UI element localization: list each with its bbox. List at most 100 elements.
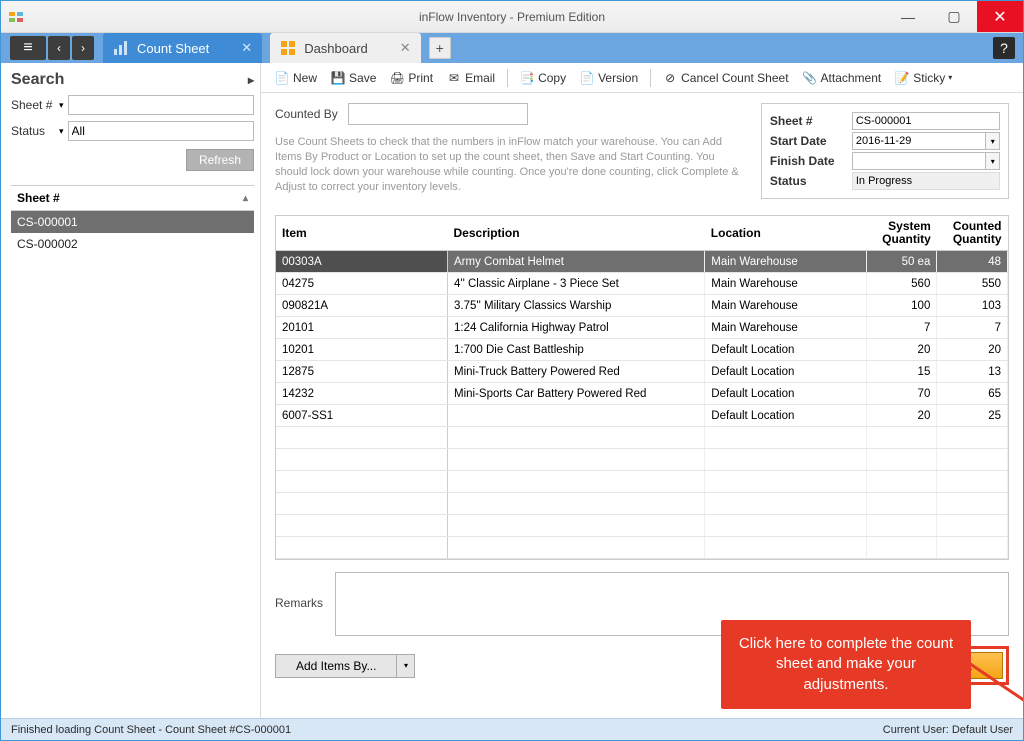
cell-location[interactable]: Default Location — [705, 383, 866, 405]
cell-location[interactable]: Default Location — [705, 405, 866, 427]
cell-description[interactable]: Mini-Truck Battery Powered Red — [448, 361, 705, 383]
cell-system-qty[interactable]: 15 — [866, 361, 937, 383]
hamburger-menu[interactable]: ≡ — [10, 36, 46, 60]
add-items-button[interactable]: Add Items By... — [275, 654, 397, 678]
cell-system-qty[interactable]: 560 — [866, 273, 937, 295]
version-button[interactable]: 📄Version — [574, 68, 644, 88]
meta-finish-date[interactable] — [852, 152, 986, 170]
cell-counted-qty[interactable]: 13 — [937, 361, 1008, 383]
cancel-button[interactable]: ⊘Cancel Count Sheet — [657, 68, 794, 88]
table-row-empty[interactable] — [276, 493, 1008, 515]
cell-description[interactable]: Mini-Sports Car Battery Powered Red — [448, 383, 705, 405]
table-row-empty[interactable] — [276, 537, 1008, 559]
table-row[interactable]: 6007-SS1 Default Location2025 — [276, 405, 1008, 427]
cell-system-qty[interactable]: 100 — [866, 295, 937, 317]
cell-system-qty[interactable]: 70 — [866, 383, 937, 405]
cell-counted-qty[interactable]: 65 — [937, 383, 1008, 405]
cell-location[interactable]: Default Location — [705, 361, 866, 383]
cell-location[interactable]: Main Warehouse — [705, 251, 866, 273]
cell-item[interactable]: 090821A — [276, 295, 448, 317]
cell-counted-qty[interactable]: 7 — [937, 317, 1008, 339]
sticky-button[interactable]: 📝Sticky▾ — [889, 68, 958, 88]
table-row[interactable]: 042754'' Classic Airplane - 3 Piece SetM… — [276, 273, 1008, 295]
table-row-empty[interactable] — [276, 471, 1008, 493]
cell-item[interactable]: 12875 — [276, 361, 448, 383]
col-counted-qty[interactable]: CountedQuantity — [937, 216, 1008, 251]
cell-location[interactable]: Main Warehouse — [705, 273, 866, 295]
table-row[interactable]: 12875Mini-Truck Battery Powered RedDefau… — [276, 361, 1008, 383]
minimize-button[interactable]: — — [885, 1, 931, 32]
table-row[interactable]: 102011:700 Die Cast BattleshipDefault Lo… — [276, 339, 1008, 361]
status-select[interactable] — [68, 121, 254, 141]
col-location[interactable]: Location — [705, 216, 866, 251]
cell-counted-qty[interactable]: 550 — [937, 273, 1008, 295]
col-system-qty[interactable]: SystemQuantity — [866, 216, 937, 251]
cell-location[interactable]: Main Warehouse — [705, 317, 866, 339]
tab-close-icon[interactable]: ✕ — [241, 40, 252, 56]
dropdown-icon[interactable]: ▾ — [59, 100, 64, 111]
copy-button[interactable]: 📑Copy — [514, 68, 572, 88]
table-row-empty[interactable] — [276, 515, 1008, 537]
table-row[interactable]: 14232Mini-Sports Car Battery Powered Red… — [276, 383, 1008, 405]
cell-location[interactable]: Main Warehouse — [705, 295, 866, 317]
cell-item[interactable]: 6007-SS1 — [276, 405, 448, 427]
date-dropdown-icon[interactable]: ▾ — [985, 152, 1000, 170]
cell-item[interactable]: 04275 — [276, 273, 448, 295]
cell-description[interactable]: 4'' Classic Airplane - 3 Piece Set — [448, 273, 705, 295]
maximize-button[interactable]: ▢ — [931, 1, 977, 32]
cell-counted-qty[interactable]: 103 — [937, 295, 1008, 317]
cell-counted-qty[interactable]: 20 — [937, 339, 1008, 361]
table-row[interactable]: 201011:24 California Highway PatrolMain … — [276, 317, 1008, 339]
print-button[interactable]: 🖨Print — [384, 68, 439, 88]
cell-counted-qty[interactable]: 48 — [937, 251, 1008, 273]
cell-system-qty[interactable]: 7 — [866, 317, 937, 339]
cell-item[interactable]: 00303A — [276, 251, 448, 273]
cell-item[interactable]: 14232 — [276, 383, 448, 405]
sheet-row[interactable]: CS-000001 — [11, 211, 254, 233]
sheet-list: CS-000001 CS-000002 — [11, 211, 254, 710]
add-items-dropdown[interactable]: ▾ — [397, 654, 415, 678]
save-button[interactable]: 💾Save — [325, 68, 382, 88]
table-row[interactable]: 090821A3.75'' Military Classics WarshipM… — [276, 295, 1008, 317]
sheet-row[interactable]: CS-000002 — [11, 233, 254, 255]
close-button[interactable]: ✕ — [977, 1, 1023, 32]
cell-system-qty[interactable]: 20 — [866, 339, 937, 361]
cell-system-qty[interactable]: 20 — [866, 405, 937, 427]
refresh-button[interactable]: Refresh — [186, 149, 254, 171]
cell-item[interactable]: 20101 — [276, 317, 448, 339]
cell-system-qty[interactable]: 50 ea — [866, 251, 937, 273]
cell-description[interactable] — [448, 405, 705, 427]
new-button[interactable]: 📄New — [269, 68, 323, 88]
cell-description[interactable]: Army Combat Helmet — [448, 251, 705, 273]
collapse-icon[interactable]: ▸ — [248, 73, 254, 87]
nav-forward[interactable]: › — [72, 36, 94, 60]
tab-close-icon[interactable]: ✕ — [400, 40, 411, 56]
sheet-number-input[interactable] — [68, 95, 254, 115]
attachment-button[interactable]: 📎Attachment — [797, 68, 888, 88]
tab-dashboard[interactable]: Dashboard ✕ — [270, 33, 421, 63]
email-button[interactable]: ✉Email — [441, 68, 501, 88]
sheet-list-header[interactable]: Sheet # ▴ — [11, 185, 254, 211]
counted-by-input[interactable] — [348, 103, 528, 125]
cell-counted-qty[interactable]: 25 — [937, 405, 1008, 427]
meta-sheet-input[interactable] — [852, 112, 1000, 130]
help-button[interactable]: ? — [993, 37, 1015, 59]
date-dropdown-icon[interactable]: ▾ — [985, 132, 1000, 150]
cell-location[interactable]: Default Location — [705, 339, 866, 361]
col-item[interactable]: Item — [276, 216, 448, 251]
cell-description[interactable]: 3.75'' Military Classics Warship — [448, 295, 705, 317]
col-description[interactable]: Description — [448, 216, 705, 251]
cell-description[interactable]: 1:24 California Highway Patrol — [448, 317, 705, 339]
meta-start-date[interactable] — [852, 132, 986, 150]
cell-description[interactable]: 1:700 Die Cast Battleship — [448, 339, 705, 361]
add-tab-button[interactable]: + — [429, 37, 451, 59]
nav-back[interactable]: ‹ — [48, 36, 70, 60]
table-row-empty[interactable] — [276, 449, 1008, 471]
copy-icon: 📑 — [520, 71, 534, 85]
table-row-empty[interactable] — [276, 427, 1008, 449]
tab-count-sheet[interactable]: Count Sheet ✕ — [103, 33, 262, 63]
dropdown-icon[interactable]: ▾ — [59, 126, 64, 137]
cell-item[interactable]: 10201 — [276, 339, 448, 361]
table-row[interactable]: 00303AArmy Combat HelmetMain Warehouse50… — [276, 251, 1008, 273]
cancel-icon: ⊘ — [663, 71, 677, 85]
